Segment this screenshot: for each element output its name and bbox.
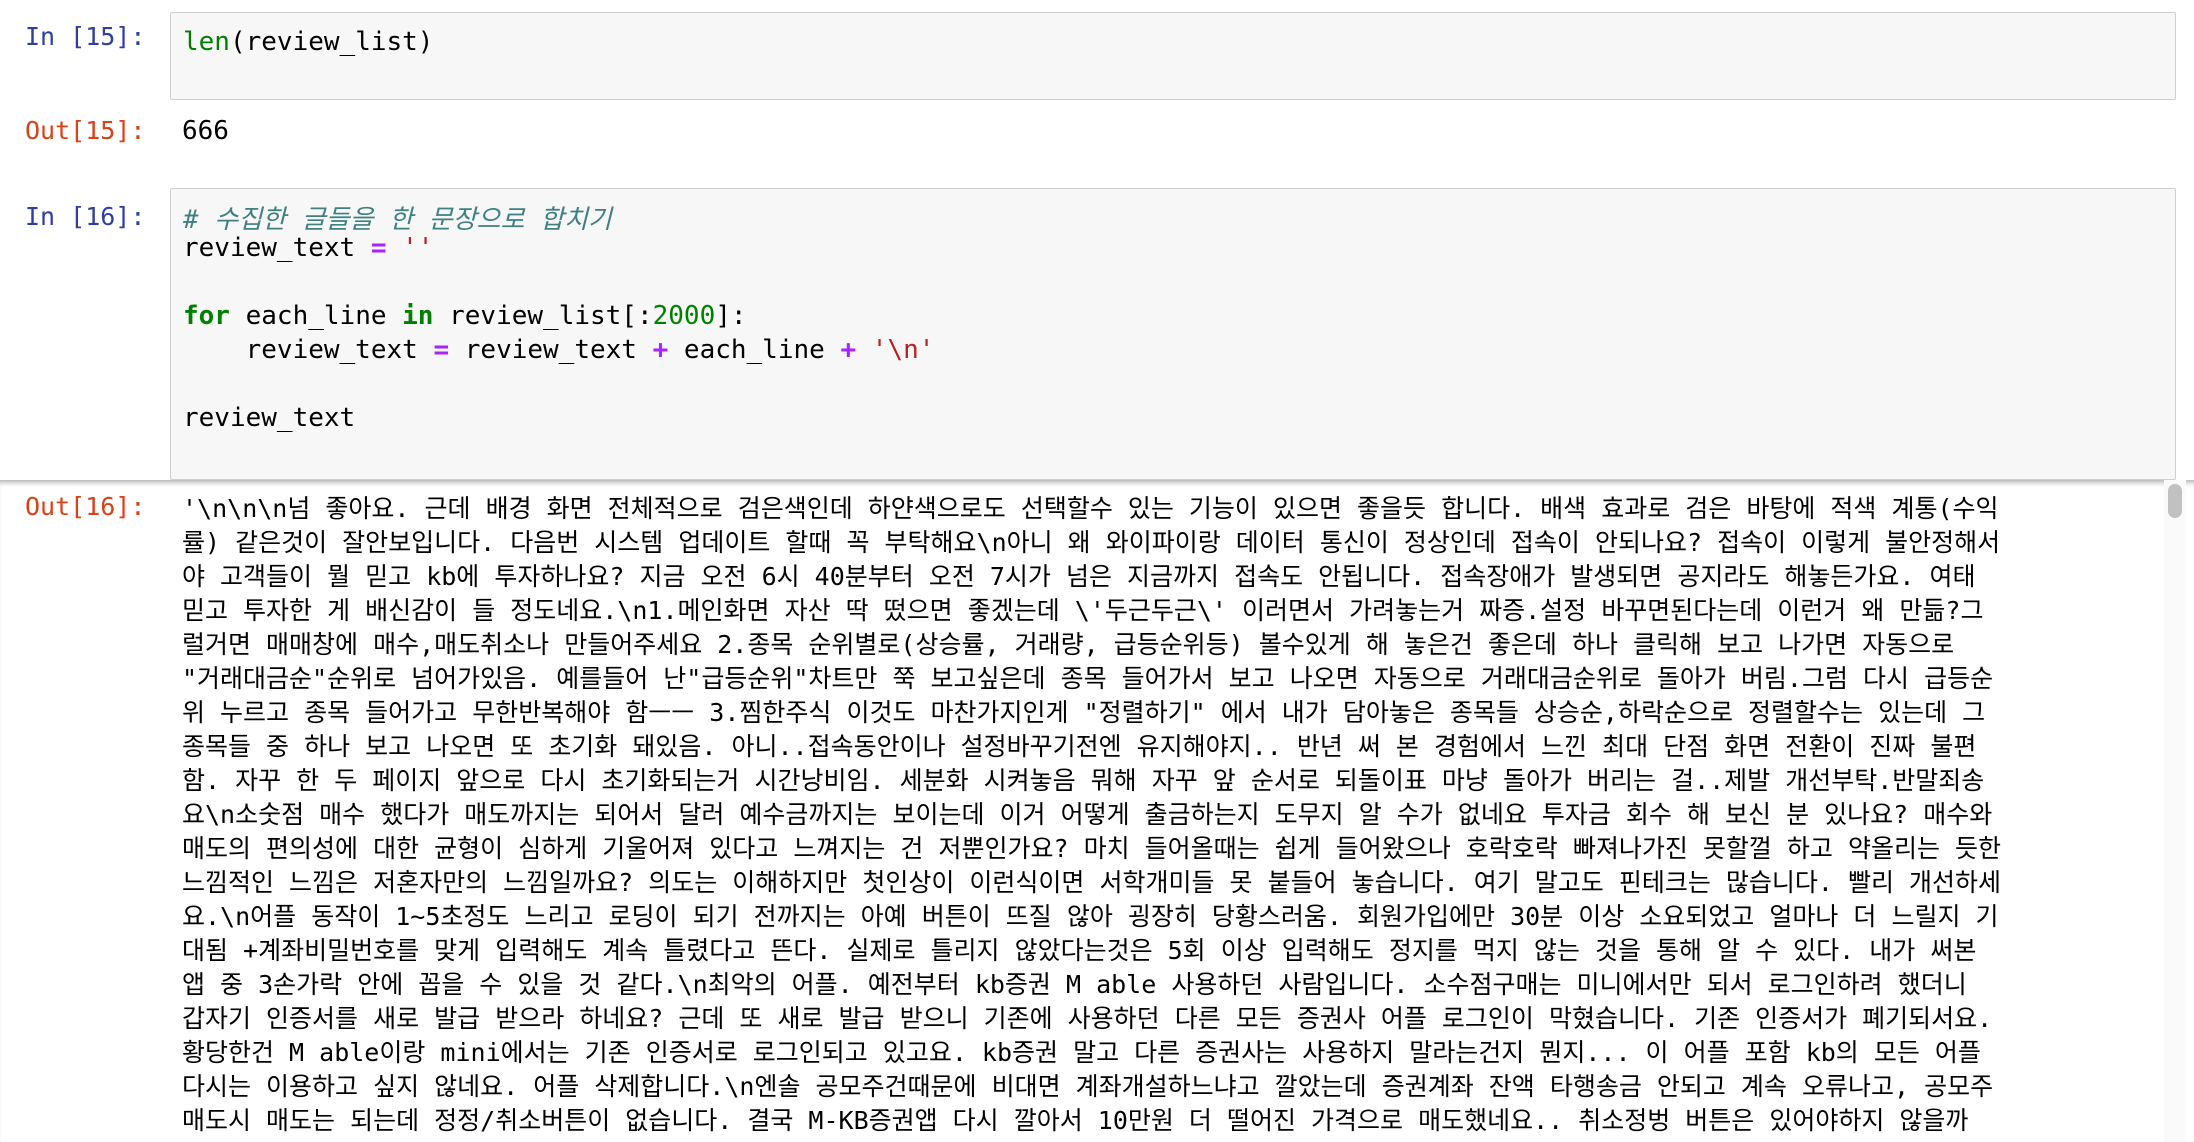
output-line: 매도시 매도는 되는데 정정/취소버튼이 없습니다. 결국 M-KB증권앱 다시…	[182, 1106, 1969, 1135]
code-token: review_text	[183, 233, 371, 263]
code-token: +	[652, 335, 669, 365]
output-line: 갑자기 인증서를 새로 발급 받으라 하네요? 근데 또 새로 발급 받으니 기…	[182, 1004, 1993, 1033]
output-scrollbar[interactable]	[2164, 480, 2186, 1142]
code-token: (review_list)	[229, 27, 434, 57]
output-line: 함. 자꾸 한 두 페이지 앞으로 다시 초기화되는거 시간낭비임. 세분화 시…	[182, 766, 1985, 795]
output-line: 대됨 +계좌비밀번호를 맞게 입력해도 계속 틀렸다고 뜬다. 실제로 틀리지 …	[182, 936, 1977, 965]
code-line: len(review_list)	[183, 27, 433, 57]
output-line: 럴거면 매매창에 매수,매도취소나 만들어주세요 2.종목 순위별로(상승률, …	[182, 630, 1955, 659]
code-comment-line: # 수집한 글들을 한 문장으로 합치기	[183, 199, 612, 236]
code-line: for each_line in review_list[:2000]:	[183, 301, 747, 331]
output-prompt-15: Out[15]:	[25, 116, 146, 145]
code-token: '\n'	[871, 335, 935, 365]
output-area-16[interactable]: Out[16]: '\n\n\n넘 좋아요. 근데 배경 화면 전체적으로 검은…	[0, 480, 2194, 1142]
code-token: len	[183, 27, 230, 57]
output-scrollbar-thumb[interactable]	[2168, 484, 2182, 518]
code-token: 2000	[652, 301, 716, 331]
code-line: review_text = ''	[183, 233, 433, 263]
input-prompt-16: In [16]:	[25, 202, 146, 231]
output-line: 앱 중 3손가락 안에 꼽을 수 있을 것 같다.\n최악의 어플. 예전부터 …	[182, 970, 1967, 999]
output-line: 위 누르고 종목 들어가고 무한반복해야 함ㅡㅡ 3.찜한주식 이것도 마찬가지…	[182, 698, 1986, 727]
output-line: 요.\n어플 동작이 1~5초정도 느리고 로딩이 되기 전까지는 아예 버튼이…	[182, 902, 1999, 931]
output-line: 요\n소숫점 매수 했다가 매도까지는 되어서 달러 예수금까지는 보이는데 이…	[182, 800, 1993, 829]
code-token: +	[840, 335, 857, 365]
code-token: review_text	[449, 335, 653, 365]
code-line: review_text = review_text + each_line + …	[183, 335, 935, 365]
code-token: ''	[402, 233, 434, 263]
code-token: in	[402, 301, 434, 331]
code-token: each_line	[229, 301, 403, 331]
output-line: 믿고 투자한 게 배신감이 들 정도네요.\n1.메인화면 자산 딱 떴으면 좋…	[182, 596, 1984, 625]
output-line: 률) 같은것이 잘안보입니다. 다음번 시스템 업데이트 할때 꼭 부탁해요\n…	[182, 528, 2001, 557]
output-line: "거래대금순"순위로 넘어가있음. 예를들어 난"급등순위"차트만 쭉 보고싶은…	[182, 664, 1994, 693]
output-value-15: 666	[182, 116, 229, 146]
output-prompt-16: Out[16]:	[25, 492, 146, 521]
code-line: review_text	[183, 403, 355, 433]
code-token: =	[433, 335, 450, 365]
output-line: 야 고객들이 뭘 믿고 kb에 투자하나요? 지금 오전 6시 40분부터 오전…	[182, 562, 1976, 591]
code-input-16[interactable]: # 수집한 글들을 한 문장으로 합치기 review_text = '' fo…	[170, 188, 2176, 480]
output-text-16: '\n\n\n넘 좋아요. 근데 배경 화면 전체적으로 검은색인데 하얀색으로…	[182, 492, 2122, 1138]
code-token: each_line	[668, 335, 841, 365]
code-token: # 수집한 글들을 한 문장으로 합치기	[183, 205, 612, 235]
output-line: 종목들 중 하나 보고 나오면 또 초기화 돼있음. 아니..접속동안이나 설정…	[182, 732, 1977, 761]
code-token: for	[183, 301, 230, 331]
code-input-15[interactable]: len(review_list)	[170, 12, 2176, 100]
output-line: 느낌적인 느낌은 저혼자만의 느낌일까요? 의도는 이해하지만 첫인상이 이런식…	[182, 868, 2002, 897]
output-line: 매도의 편의성에 대한 균형이 심하게 기울어져 있다고 느껴지는 건 저뿐인가…	[182, 834, 2002, 863]
code-token: ]:	[715, 301, 747, 331]
output-line: '\n\n\n넘 좋아요. 근데 배경 화면 전체적으로 검은색인데 하얀색으로…	[182, 494, 1999, 523]
code-token: review_list[:	[433, 301, 653, 331]
code-token: review_text	[183, 335, 434, 365]
input-prompt-15: In [15]:	[25, 22, 146, 51]
code-token: =	[370, 233, 387, 263]
output-line: 다시는 이용하고 싶지 않네요. 어플 삭제합니다.\n엔솔 공모주건때문에 비…	[182, 1072, 1994, 1101]
output-line: 황당한건 M able이랑 mini에서는 기존 인증서로 로그인되고 있고요.…	[182, 1038, 1981, 1067]
code-token: review_text	[183, 403, 356, 433]
